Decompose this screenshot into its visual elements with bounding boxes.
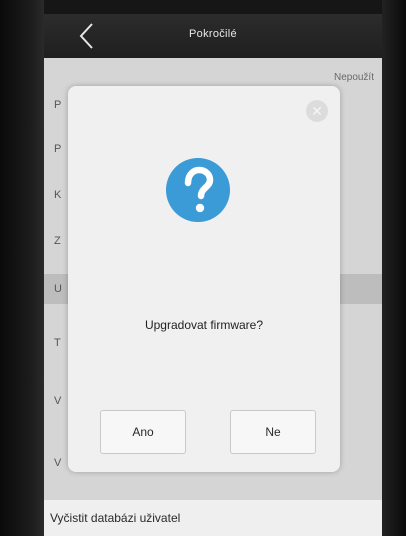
- menu-item-label: U: [54, 283, 62, 295]
- menu-item-label: P: [54, 99, 62, 111]
- apply-button[interactable]: Nepoužít: [334, 72, 374, 83]
- device-bezel-left: [0, 0, 44, 536]
- device-bezel-right: [382, 0, 406, 536]
- menu-item-label: V: [54, 457, 62, 469]
- menu-item-label: Z: [54, 235, 61, 247]
- no-button[interactable]: Ne: [230, 410, 316, 454]
- confirm-dialog: ✕ Upgradovat firmware? Ano Ne: [68, 86, 340, 472]
- menu-item-label: T: [54, 337, 61, 349]
- clear-user-database-label: Vyčistit databázi uživatel: [50, 511, 181, 525]
- question-icon: [166, 158, 230, 222]
- close-icon[interactable]: ✕: [306, 100, 328, 122]
- clear-user-database-item[interactable]: Vyčistit databázi uživatel: [44, 500, 382, 536]
- yes-button[interactable]: Ano: [100, 410, 186, 454]
- page-title: Pokročilé: [189, 28, 237, 40]
- menu-item-label: P: [54, 143, 62, 155]
- title-bar: Pokročilé: [44, 14, 382, 58]
- dialog-message: Upgradovat firmware?: [144, 318, 264, 332]
- menu-item-label: V: [54, 395, 62, 407]
- menu-item-label: K: [54, 189, 62, 201]
